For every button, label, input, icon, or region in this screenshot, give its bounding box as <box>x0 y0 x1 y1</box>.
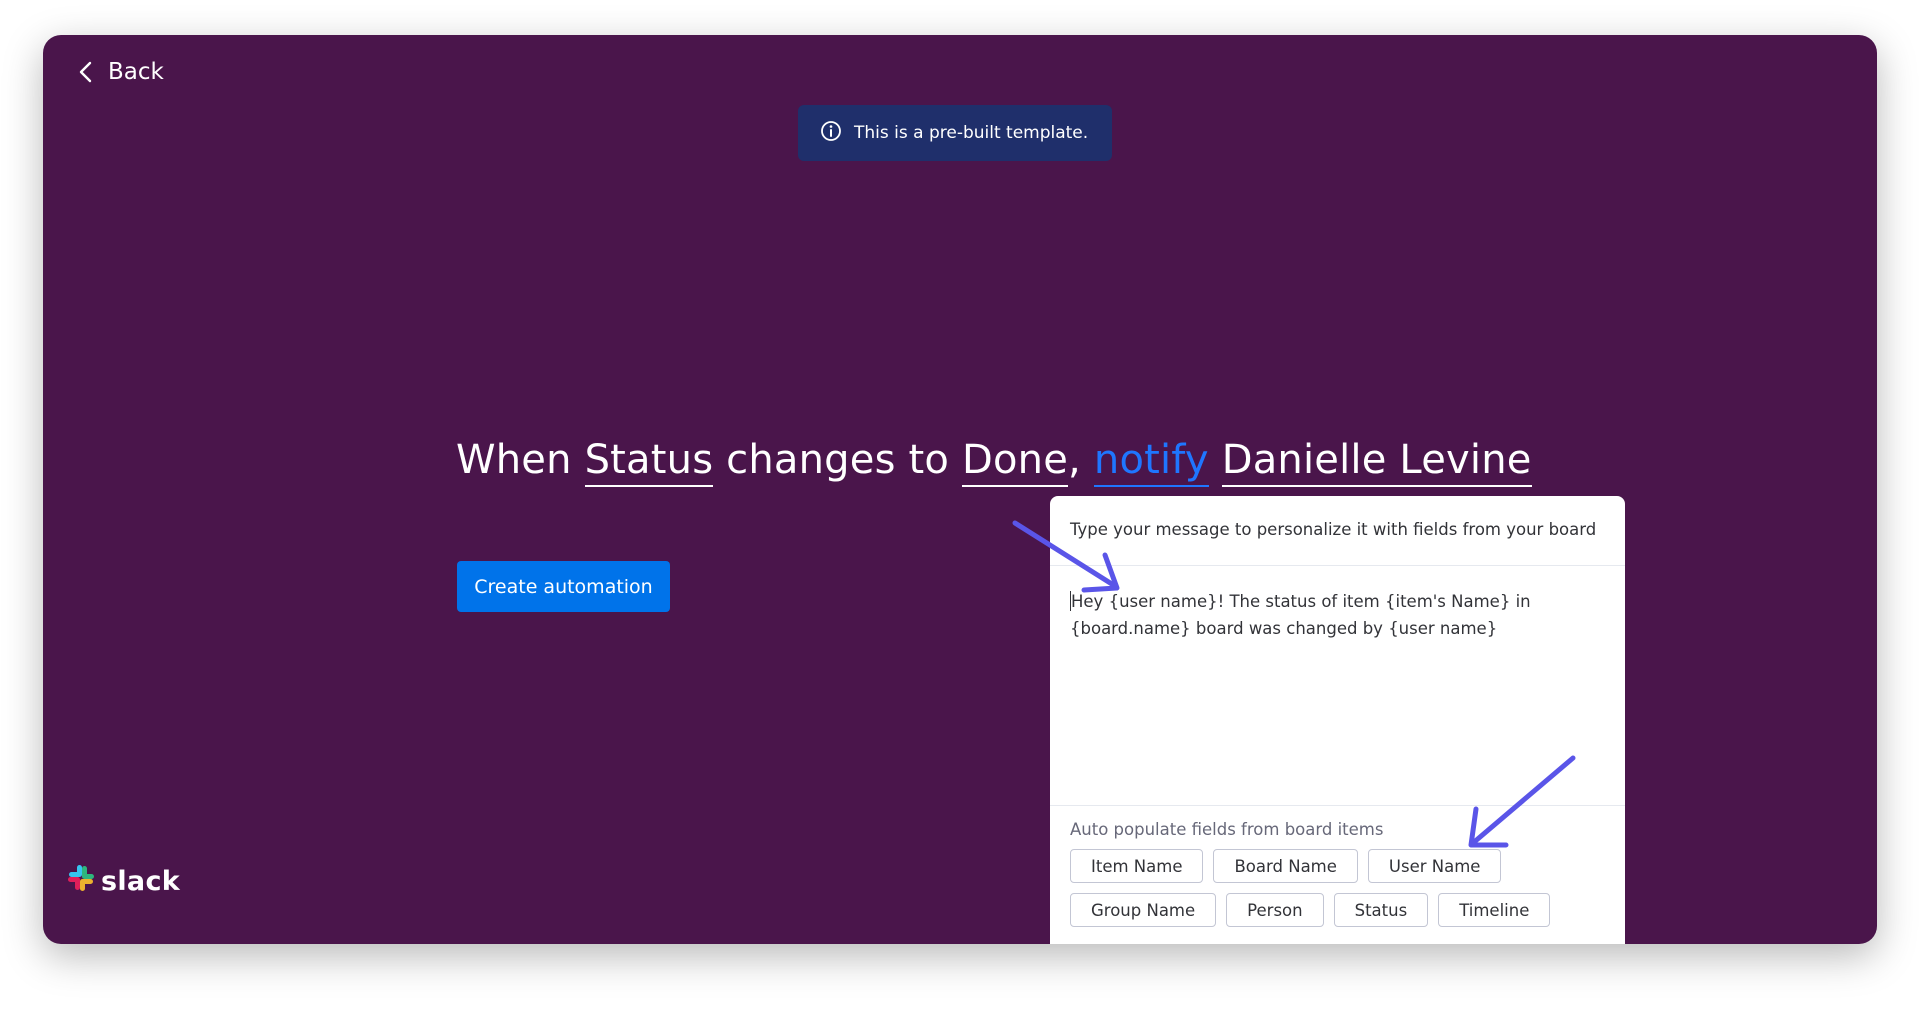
banner-text: This is a pre-built template. <box>854 123 1089 143</box>
message-textarea[interactable]: Hey {user name}! The status of item {ite… <box>1050 566 1625 806</box>
field-chip-person[interactable]: Person <box>1226 893 1324 927</box>
prebuilt-template-banner: This is a pre-built template. <box>798 105 1112 161</box>
popup-header: Type your message to personalize it with… <box>1050 496 1625 566</box>
slack-brand: slack <box>67 864 180 899</box>
automation-recipe-sentence: When Status changes to Done, notify Dani… <box>456 437 1532 487</box>
chevron-left-icon <box>78 61 94 83</box>
field-chip-status[interactable]: Status <box>1333 893 1429 927</box>
create-automation-button[interactable]: Create automation <box>457 561 670 612</box>
recipient-selector[interactable]: Danielle Levine <box>1221 437 1532 487</box>
field-chip-list: Item Name Board Name User Name Group Nam… <box>1050 839 1625 927</box>
slack-logo-icon <box>67 864 95 899</box>
action-selector[interactable]: notify <box>1093 437 1209 487</box>
field-chip-user-name[interactable]: User Name <box>1367 849 1502 883</box>
slack-logo-text: slack <box>101 866 181 897</box>
trigger-value-selector[interactable]: Done <box>962 437 1069 487</box>
info-icon <box>820 120 842 147</box>
message-line-2: {board.name} board was changed by {user … <box>1070 619 1498 638</box>
field-chip-item-name[interactable]: Item Name <box>1070 849 1204 883</box>
recipe-prefix: When <box>456 437 585 483</box>
back-button[interactable]: Back <box>78 59 164 85</box>
automation-template-card: Back This is a pre-built template. When … <box>43 35 1877 944</box>
trigger-field-selector[interactable]: Status <box>584 437 714 487</box>
message-editor-popup: Type your message to personalize it with… <box>1050 496 1625 944</box>
message-line-1: Hey {user name}! The status of item {ite… <box>1071 592 1531 611</box>
auto-populate-label: Auto populate fields from board items <box>1070 820 1384 839</box>
field-chip-timeline[interactable]: Timeline <box>1438 893 1551 927</box>
recipe-comma: , <box>1068 437 1081 483</box>
field-chip-group-name[interactable]: Group Name <box>1070 893 1217 927</box>
back-label: Back <box>108 59 164 85</box>
field-chip-board-name[interactable]: Board Name <box>1213 849 1358 883</box>
recipe-middle: changes to <box>713 437 962 483</box>
